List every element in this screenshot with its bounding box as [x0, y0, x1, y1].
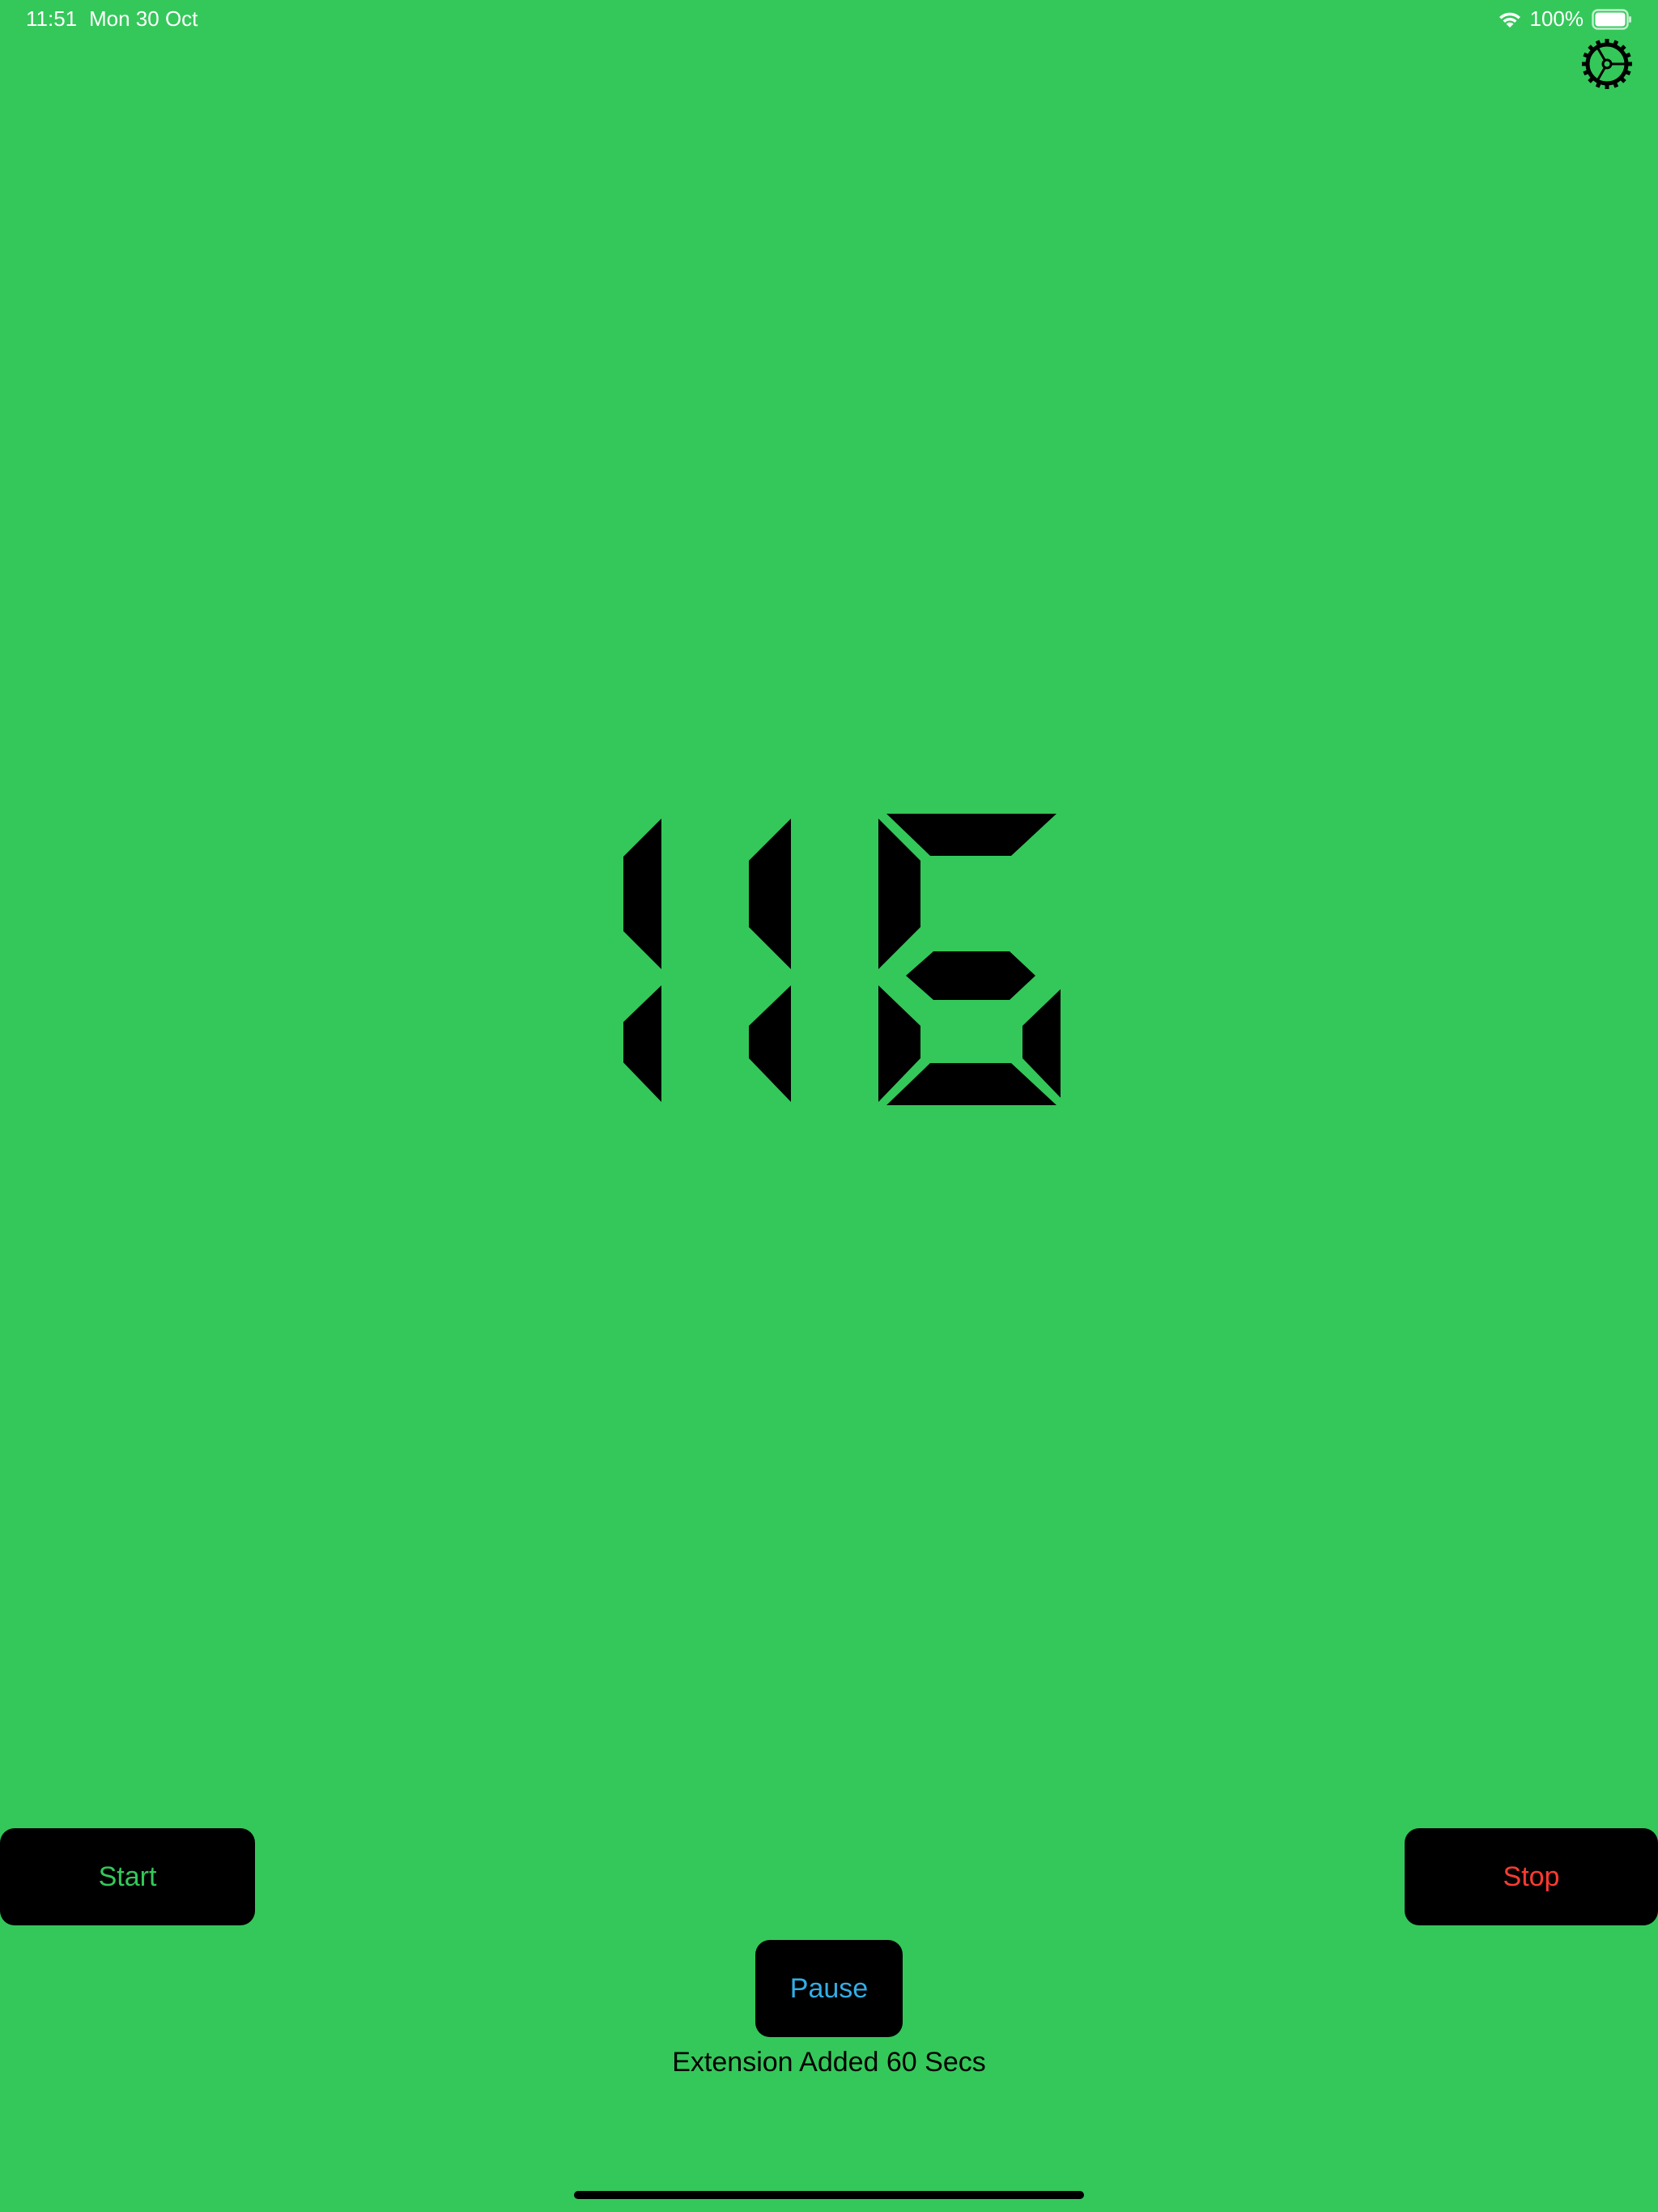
- status-bar: 11:51 Mon 30 Oct 100%: [0, 0, 1658, 39]
- home-indicator[interactable]: [574, 2191, 1084, 2199]
- extension-status-message: Extension Added 60 Secs: [672, 2047, 986, 2078]
- segment-d: [886, 1063, 1056, 1105]
- gear-icon: [1582, 39, 1632, 89]
- timer-digit: [878, 814, 1061, 1105]
- segment-c: [749, 985, 791, 1102]
- segment-g: [906, 951, 1035, 1000]
- start-button[interactable]: Start: [0, 1828, 255, 1925]
- timer-display: [623, 814, 1061, 1105]
- status-date: Mon 30 Oct: [89, 6, 198, 31]
- segment-f: [878, 819, 920, 969]
- settings-button[interactable]: [1579, 36, 1635, 92]
- timer-digit: [623, 819, 661, 1102]
- timer-digit: [749, 819, 791, 1102]
- segment-b: [623, 819, 661, 969]
- stop-button[interactable]: Stop: [1405, 1828, 1658, 1925]
- status-indicators: 100%: [1498, 6, 1633, 32]
- segment-a: [886, 814, 1056, 856]
- battery-percentage: 100%: [1529, 6, 1584, 31]
- status-time: 11:51: [26, 6, 78, 31]
- app-screen: 11:51 Mon 30 Oct 100% Start Stop Pause E…: [0, 0, 1658, 2212]
- segment-c: [623, 985, 661, 1102]
- segment-b: [749, 819, 791, 969]
- battery-icon: [1592, 8, 1632, 30]
- wifi-icon: [1498, 10, 1522, 29]
- pause-button[interactable]: Pause: [755, 1940, 903, 2037]
